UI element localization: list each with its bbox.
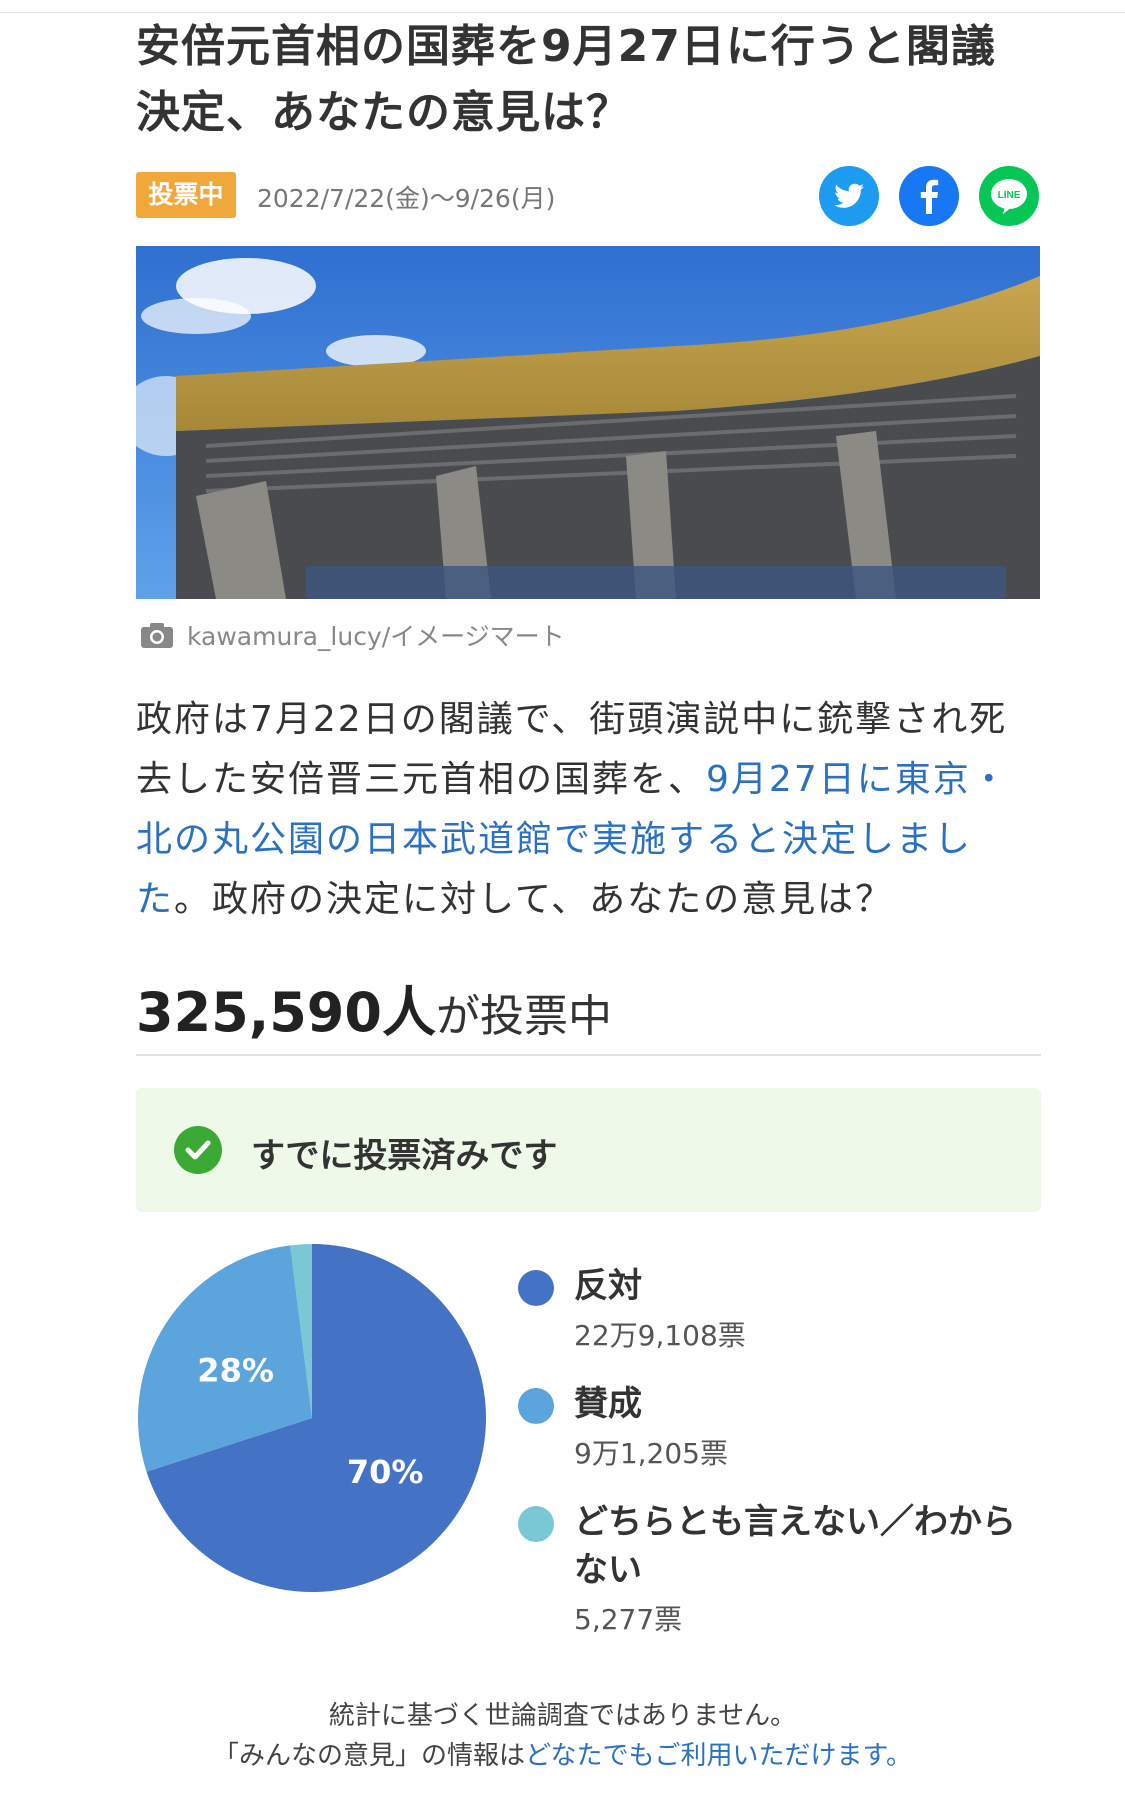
footer-info-link[interactable]: どなたでもご利用いただけます。 <box>525 1741 912 1771</box>
twitter-share-button[interactable] <box>819 166 879 226</box>
legend-swatch <box>518 1506 554 1542</box>
check-circle-icon <box>174 1126 222 1174</box>
section-divider <box>136 1054 1041 1056</box>
body-text-part2: 。政府の決定に対して、あなたの意見は？ <box>174 879 894 920</box>
legend-label: どちらとも言えない／わからない <box>574 1502 1016 1590</box>
legend-swatch <box>518 1388 554 1424</box>
results-pie-chart: 70% 28% <box>137 1244 486 1592</box>
voted-notice: すでに投票済みです <box>136 1088 1041 1212</box>
article-body: 政府は7月22日の閣議で、街頭演説中に銃撃され死去した安倍晋三元首相の国葬を、9… <box>136 690 1041 930</box>
camera-icon <box>141 623 173 648</box>
page-title: 安倍元首相の国葬を9月27日に行うと閣議決定、あなたの意見は？ <box>136 21 996 138</box>
legend-label: 反対 <box>574 1266 642 1306</box>
voted-message: すでに投票済みです <box>251 1136 558 1176</box>
legend-swatch <box>518 1270 554 1306</box>
image-credit-text: kawamura_lucy/イメージマート <box>187 622 565 651</box>
footer: 統計に基づく世論調査ではありません。 「みんなの意見」の情報はどなたでもご利用い… <box>0 1696 1125 1776</box>
twitter-icon <box>834 183 864 208</box>
vote-count-line: 325,590人が投票中 <box>136 968 612 1047</box>
legend-vote-count: 9万1,205票 <box>574 1437 728 1470</box>
top-divider <box>0 12 1125 13</box>
footer-info-prefix: 「みんなの意見」の情報は <box>213 1741 526 1771</box>
line-share-button[interactable]: LINE <box>979 166 1039 226</box>
vote-count-suffix: が投票中 <box>435 991 612 1042</box>
date-range: 2022/7/22(金)〜9/26(月) <box>257 184 556 213</box>
status-badge: 投票中 <box>136 172 236 218</box>
meta-row: 投票中 2022/7/22(金)〜9/26(月) LINE <box>136 166 1041 238</box>
legend-vote-count: 5,277票 <box>574 1603 683 1636</box>
vote-count: 325,590人 <box>136 981 436 1044</box>
facebook-share-button[interactable] <box>899 166 959 226</box>
footer-disclaimer: 統計に基づく世論調査ではありません。 <box>328 1701 797 1731</box>
facebook-icon <box>920 179 939 214</box>
line-icon: LINE <box>991 179 1027 214</box>
legend-vote-count: 22万9,108票 <box>574 1319 746 1352</box>
footer-info: 「みんなの意見」の情報はどなたでもご利用いただけます。 <box>0 1736 1125 1776</box>
hero-image <box>136 246 1040 599</box>
pie-percent-label-0: 70% <box>347 1453 424 1491</box>
legend-label: 賛成 <box>574 1384 642 1424</box>
pie-percent-label-1: 28% <box>197 1352 274 1390</box>
line-text: LINE <box>998 190 1021 201</box>
